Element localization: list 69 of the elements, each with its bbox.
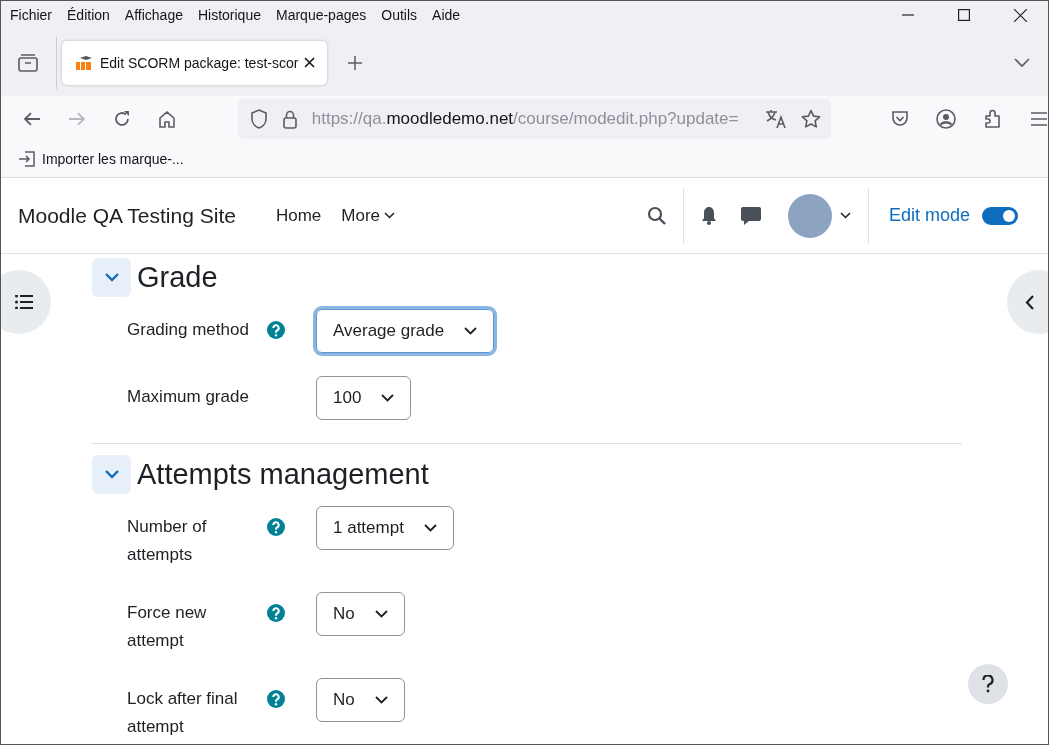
chevron-down-icon — [103, 469, 120, 479]
tab-list-icon[interactable] — [18, 53, 38, 72]
chevron-down-icon — [464, 327, 478, 335]
chat-icon[interactable] — [739, 205, 762, 226]
section-heading: Attempts management — [137, 457, 429, 492]
search-icon[interactable] — [646, 206, 666, 225]
course-index-button[interactable] — [1, 270, 51, 334]
menu-item[interactable]: Aide — [432, 7, 461, 23]
translate-icon[interactable] — [764, 108, 787, 129]
menu-item[interactable]: Outils — [381, 7, 418, 23]
field-label: Force new attempt — [127, 602, 208, 652]
puzzle-icon[interactable] — [982, 108, 1003, 129]
home-icon[interactable] — [157, 109, 176, 128]
select-dropdown[interactable]: Average grade — [316, 309, 495, 353]
browser-tab[interactable]: Edit SCORM package: test-scor — [62, 40, 328, 85]
bookmark-item[interactable]: Importer les marque-... — [18, 151, 184, 167]
chevron-down-icon[interactable] — [839, 212, 851, 219]
question-mark-icon — [982, 675, 994, 693]
select-dropdown[interactable]: No — [316, 592, 405, 636]
field-label: Maximum grade — [127, 386, 250, 408]
menu-item[interactable]: Affichage — [124, 7, 183, 23]
star-icon[interactable] — [800, 108, 821, 129]
chevron-down-icon — [374, 696, 388, 704]
menu-item[interactable]: Fichier — [10, 7, 52, 23]
help-icon[interactable] — [267, 518, 285, 536]
pocket-icon[interactable] — [890, 109, 909, 128]
address-bar[interactable]: https://qa.moodledemo.net/course/modedit.php?update= — [237, 98, 831, 139]
account-icon[interactable] — [935, 108, 956, 129]
chevron-down-icon — [374, 610, 388, 618]
maximize-icon[interactable] — [958, 9, 970, 21]
site-name[interactable]: Moodle QA Testing Site — [18, 203, 236, 228]
chevron-down-icon — [103, 272, 120, 282]
chevron-down-icon — [423, 524, 437, 532]
help-icon[interactable] — [267, 321, 285, 339]
edit-mode-label: Edit mode — [888, 205, 970, 226]
shield-icon — [249, 108, 268, 129]
menu-item[interactable]: Marque-pages — [276, 7, 367, 23]
select-dropdown[interactable]: 1 attempt — [316, 506, 454, 550]
help-icon[interactable] — [267, 604, 285, 622]
menu-item[interactable]: Historique — [197, 7, 261, 23]
close-icon[interactable] — [304, 57, 316, 68]
collapse-button[interactable] — [92, 454, 131, 494]
chevron-left-icon — [1025, 294, 1034, 310]
select-dropdown[interactable]: 100 — [316, 376, 412, 420]
menu-icon[interactable] — [1029, 111, 1048, 126]
back-icon[interactable] — [23, 110, 41, 127]
nav-link[interactable]: Home — [275, 205, 322, 226]
section-heading: Grade — [137, 260, 218, 295]
field-label: Number of attempts — [127, 516, 208, 566]
moodle-logo-icon — [74, 55, 94, 70]
import-icon — [18, 151, 36, 167]
bell-icon[interactable] — [699, 206, 718, 225]
field-label: Lock after final attempt — [127, 688, 239, 738]
help-button[interactable] — [968, 664, 1008, 704]
new-tab-icon[interactable] — [347, 54, 364, 71]
url-text: https://qa.moodledemo.net/course/modedit.php?update= — [311, 108, 740, 129]
reload-icon[interactable] — [112, 109, 131, 128]
chevron-down-icon — [381, 394, 395, 402]
help-icon[interactable] — [267, 690, 285, 708]
menu-item[interactable]: Édition — [67, 7, 110, 23]
select-dropdown[interactable]: No — [316, 678, 405, 722]
close-icon[interactable] — [1014, 8, 1027, 22]
list-icon — [15, 295, 33, 309]
edit-mode-toggle[interactable] — [982, 206, 1018, 225]
lock-icon — [281, 108, 298, 129]
chevron-down-icon — [384, 212, 395, 219]
nav-link[interactable]: More — [341, 205, 395, 226]
field-label: Grading method — [127, 319, 250, 341]
collapse-button[interactable] — [92, 257, 131, 297]
